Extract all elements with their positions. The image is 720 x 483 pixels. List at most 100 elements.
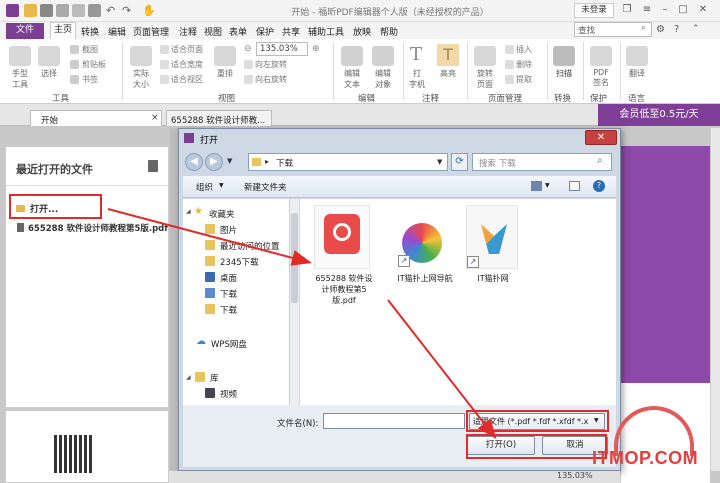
search-input[interactable]: 查找 ⌕ [574, 22, 652, 37]
menu-protect[interactable]: 保护 [256, 25, 274, 38]
nav-wps-drive[interactable]: WPS网盘 [211, 338, 247, 350]
rotate-left-button[interactable]: 向左旋转 [255, 59, 287, 70]
reflow-icon[interactable] [214, 46, 236, 66]
address-bar[interactable]: ▸ 下载 ▼ [248, 153, 448, 171]
close-button[interactable]: ✕ [696, 4, 710, 17]
tab-close-icon[interactable]: × [151, 113, 159, 123]
help-icon[interactable]: ? [593, 180, 605, 192]
file-name-nav[interactable]: IT猫扑上网导航 [392, 273, 458, 284]
file-item-site-shortcut[interactable]: ↗ [466, 205, 518, 269]
recent-file-item[interactable]: 655288 软件设计师教程第5版.pdf [28, 222, 168, 234]
menu-convert[interactable]: 转换 [81, 25, 99, 38]
history-dropdown-icon[interactable]: ▼ [227, 157, 232, 165]
actual-size-icon[interactable] [130, 46, 152, 66]
screenshot-button[interactable]: 截图 [82, 44, 98, 55]
menu-options-icon[interactable]: ≡ [640, 4, 654, 17]
typewriter-icon[interactable]: T [410, 44, 422, 65]
settings-icon[interactable]: ⚙ [656, 24, 665, 35]
scroll-thumb[interactable] [291, 213, 298, 303]
file-name-site[interactable]: IT猫扑网 [464, 273, 522, 284]
zoom-out-icon[interactable]: ⊖ [244, 44, 252, 54]
new-doc-icon[interactable] [72, 4, 85, 17]
file-name-pdf[interactable]: 655288 软件设计师教程第5版.pdf [314, 273, 374, 306]
collapse-ribbon-icon[interactable]: ⌃ [692, 24, 700, 34]
back-arrow-icon[interactable]: ◀ [185, 153, 203, 171]
view-options-icon[interactable] [531, 181, 542, 191]
organize-menu[interactable]: 组织 [196, 181, 213, 193]
login-button[interactable]: 未登录 [574, 3, 614, 18]
nav-recent[interactable]: 最近访问的位置 [220, 240, 280, 252]
refresh-icon[interactable]: ⟳ [451, 153, 468, 171]
print-icon[interactable] [56, 4, 69, 17]
breadcrumb-current[interactable]: 下载 [276, 157, 293, 169]
hand-tool-icon[interactable] [9, 46, 31, 66]
nav-desktop[interactable]: 桌面 [220, 272, 237, 284]
nav-scrollbar[interactable] [289, 199, 299, 405]
zoom-input[interactable]: 135.03% [256, 42, 308, 56]
menu-edit[interactable]: 编辑 [108, 25, 126, 38]
menu-view[interactable]: 视图 [204, 25, 222, 38]
collapse-arrow-icon[interactable]: ◢ [186, 208, 191, 215]
open-folder-icon[interactable] [24, 4, 37, 17]
nav-video[interactable]: 视频 [220, 388, 237, 400]
scan-icon[interactable] [553, 46, 575, 66]
edit-object-icon[interactable] [372, 46, 394, 66]
save-icon[interactable] [40, 4, 53, 17]
collapse-arrow-icon[interactable]: ◢ [186, 374, 191, 381]
promo-banner[interactable]: 会员低至0.5元/天 [598, 104, 720, 126]
help-icon[interactable]: ? [674, 24, 679, 35]
maximize-button[interactable]: □ [676, 4, 690, 17]
menu-slideshow[interactable]: 放映 [353, 25, 371, 38]
tab-document[interactable]: 655288 软件设计师教... [166, 110, 272, 126]
main-scrollbar[interactable] [710, 128, 720, 471]
menu-share[interactable]: 共享 [282, 25, 300, 38]
select-tool-icon[interactable] [38, 46, 60, 66]
zoom-in-icon[interactable]: ⊕ [312, 44, 320, 54]
nav-2345-downloads[interactable]: 2345下载 [220, 256, 259, 268]
pdf-sign-icon[interactable] [590, 46, 612, 66]
bookmark-button[interactable]: 书签 [82, 74, 98, 85]
new-folder-button[interactable]: 新建文件夹 [244, 181, 287, 193]
fit-page-button[interactable]: 适合页面 [171, 44, 203, 55]
view-dropdown-icon[interactable]: ▼ [545, 182, 550, 189]
nav-pictures[interactable]: 图片 [220, 224, 237, 236]
dialog-search-input[interactable]: 搜索 下载 ⌕ [472, 153, 612, 171]
delete-button[interactable]: 删除 [516, 59, 532, 70]
menu-comment[interactable]: 注释 [179, 25, 197, 38]
rotate-page-icon[interactable] [474, 46, 496, 66]
nav-downloads[interactable]: 下载 [220, 288, 237, 300]
nav-library[interactable]: 库 [210, 372, 219, 384]
minimize-button[interactable]: – [658, 4, 672, 17]
translate-icon[interactable] [626, 46, 648, 66]
filename-input[interactable] [323, 413, 465, 429]
preview-pane-icon[interactable] [569, 181, 580, 191]
menu-help[interactable]: 帮助 [380, 25, 398, 38]
menu-form[interactable]: 表单 [229, 25, 247, 38]
file-item-nav-shortcut[interactable]: ↗ [398, 205, 450, 269]
dialog-close-button[interactable]: ✕ [585, 130, 617, 145]
restore-window-icon[interactable]: ❐ [620, 4, 634, 17]
trash-icon[interactable] [148, 160, 158, 172]
menu-page-manage[interactable]: 页面管理 [133, 25, 169, 38]
highlight-icon[interactable]: T [437, 44, 459, 66]
edit-text-icon[interactable] [341, 46, 363, 66]
nav-downloads-2[interactable]: 下载 [220, 304, 237, 316]
redo-icon[interactable]: ↷ [122, 4, 135, 17]
fit-view-button[interactable]: 适合视区 [171, 74, 203, 85]
address-dropdown-icon[interactable]: ▼ [437, 158, 442, 166]
extract-button[interactable]: 提取 [516, 74, 532, 85]
email-icon[interactable] [88, 4, 101, 17]
hand-cursor-icon[interactable]: ✋ [142, 4, 156, 17]
tab-start[interactable]: 开始 × [30, 110, 162, 126]
file-menu[interactable]: 文件 [6, 23, 44, 39]
rotate-right-button[interactable]: 向右旋转 [255, 74, 287, 85]
file-item-pdf[interactable] [314, 205, 370, 269]
nav-favorites[interactable]: 收藏夹 [209, 208, 235, 220]
undo-icon[interactable]: ↶ [106, 4, 119, 17]
clipboard-button[interactable]: 剪贴板 [82, 59, 106, 70]
forward-arrow-icon[interactable]: ▶ [205, 153, 223, 171]
fit-width-button[interactable]: 适合宽度 [171, 59, 203, 70]
insert-button[interactable]: 插入 [516, 44, 532, 55]
menu-home[interactable]: 主页 [50, 22, 76, 39]
menu-tools[interactable]: 辅助工具 [308, 25, 344, 38]
